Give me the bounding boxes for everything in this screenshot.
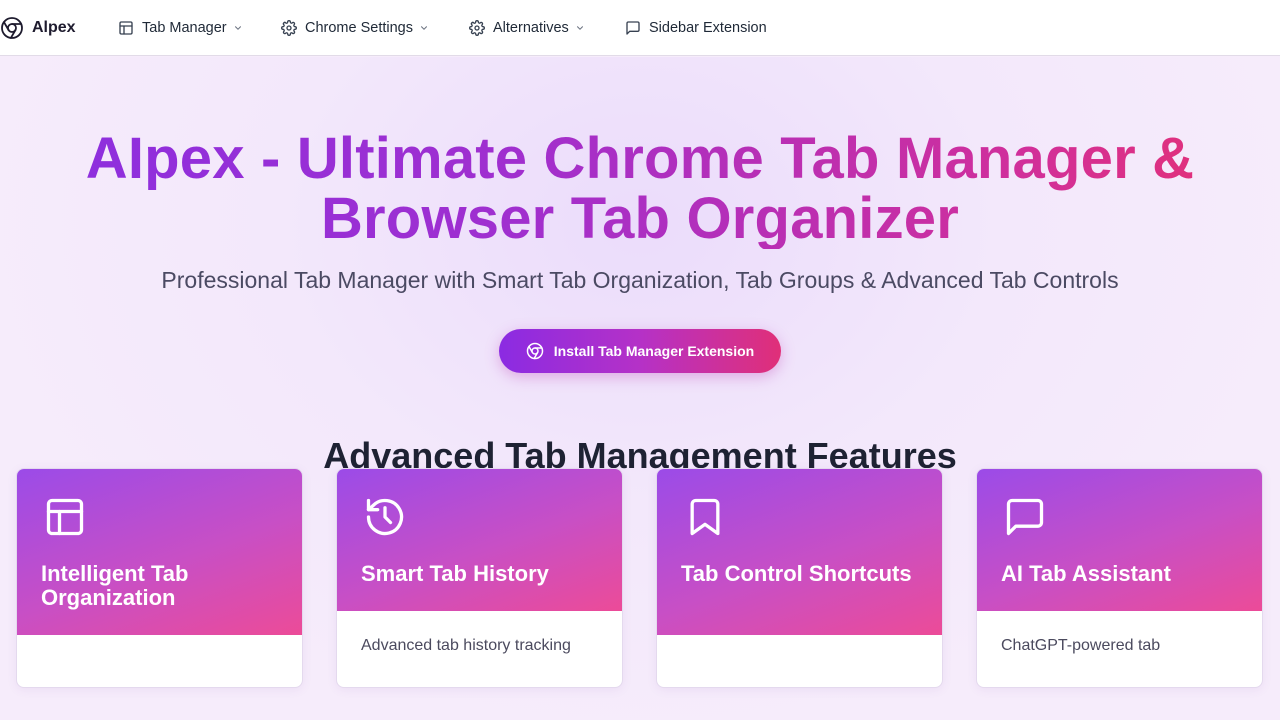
feature-card-shortcuts[interactable]: Tab Control Shortcuts bbox=[656, 468, 943, 688]
hero-title: AIpex - Ultimate Chrome Tab Manager & Br… bbox=[0, 129, 1280, 249]
card-description: ChatGPT-powered tab bbox=[1001, 637, 1161, 654]
nav-item-label: Sidebar Extension bbox=[649, 20, 767, 36]
history-icon bbox=[363, 495, 407, 539]
hero-title-line-1: AIpex - Ultimate Chrome Tab Manager & bbox=[85, 126, 1195, 191]
hero-title-line-2: Browser Tab Organizer bbox=[320, 186, 960, 251]
nav-tab-manager[interactable]: Tab Manager bbox=[118, 0, 243, 56]
chevron-down-icon bbox=[575, 23, 585, 33]
card-header: Smart Tab History bbox=[337, 469, 622, 611]
nav-sidebar-extension[interactable]: Sidebar Extension bbox=[625, 0, 767, 56]
card-header: AI Tab Assistant bbox=[977, 469, 1262, 611]
message-icon bbox=[625, 20, 641, 36]
bookmark-icon bbox=[683, 495, 727, 539]
layout-icon bbox=[43, 495, 87, 539]
brand-name: Alpex bbox=[32, 18, 76, 36]
hero-subtitle: Professional Tab Manager with Smart Tab … bbox=[161, 267, 1119, 293]
layout-icon bbox=[118, 20, 134, 36]
brand-logo[interactable]: Alpex bbox=[0, 0, 76, 56]
card-title: Smart Tab History bbox=[361, 561, 549, 586]
nav-item-label: Tab Manager bbox=[142, 20, 227, 36]
card-title: AI Tab Assistant bbox=[1001, 561, 1171, 586]
card-header: Tab Control Shortcuts bbox=[657, 469, 942, 635]
feature-card-history[interactable]: Smart Tab History Advanced tab history t… bbox=[336, 468, 623, 688]
message-icon bbox=[1003, 495, 1047, 539]
card-title: Tab Control Shortcuts bbox=[681, 561, 912, 586]
card-description: Advanced tab history tracking bbox=[361, 637, 571, 654]
chevron-down-icon bbox=[233, 23, 243, 33]
install-extension-button[interactable]: Install Tab Manager Extension bbox=[499, 329, 781, 373]
feature-card-ai-assistant[interactable]: AI Tab Assistant ChatGPT-powered tab bbox=[976, 468, 1263, 688]
nav-chrome-settings[interactable]: Chrome Settings bbox=[281, 0, 429, 56]
chevron-down-icon bbox=[419, 23, 429, 33]
nav-alternatives[interactable]: Alternatives bbox=[469, 0, 585, 56]
gear-icon bbox=[469, 20, 485, 36]
install-button-label: Install Tab Manager Extension bbox=[553, 343, 755, 359]
chrome-icon bbox=[526, 342, 554, 360]
feature-card-organization[interactable]: Intelligent Tab Organization bbox=[16, 468, 303, 688]
card-header: Intelligent Tab Organization bbox=[17, 469, 302, 635]
chrome-icon bbox=[0, 16, 24, 40]
nav-item-label: Alternatives bbox=[493, 20, 569, 36]
gear-icon bbox=[281, 20, 297, 36]
nav-item-label: Chrome Settings bbox=[305, 20, 413, 36]
card-title: Intelligent Tab Organization bbox=[41, 561, 189, 610]
top-navigation: Alpex Tab Manager Chrome Settings Altern… bbox=[0, 0, 1280, 56]
